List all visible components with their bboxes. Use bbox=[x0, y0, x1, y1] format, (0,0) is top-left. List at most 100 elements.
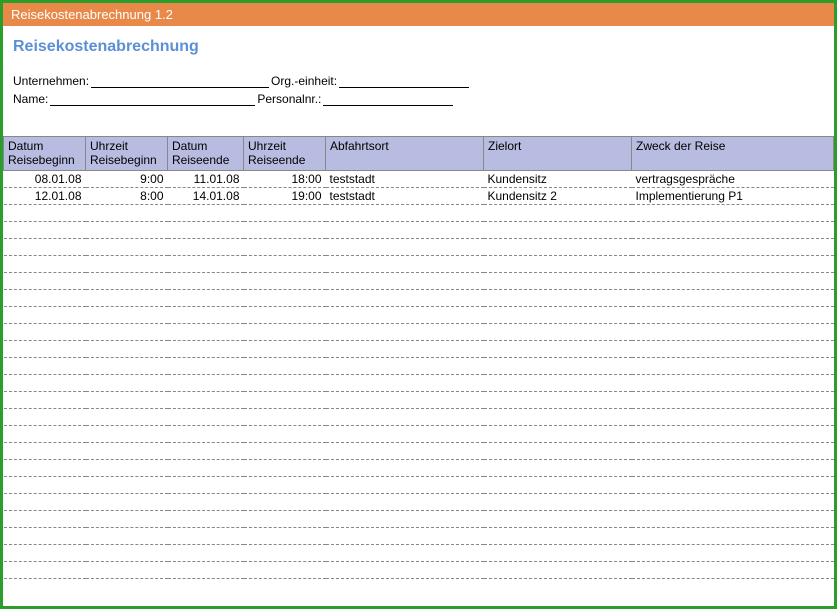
cell-departure[interactable]: teststadt bbox=[326, 170, 484, 187]
cell-departure[interactable]: teststadt bbox=[326, 187, 484, 204]
cell-empty[interactable] bbox=[632, 255, 834, 272]
cell-empty[interactable] bbox=[86, 340, 168, 357]
table-row-empty[interactable] bbox=[4, 391, 834, 408]
cell-empty[interactable] bbox=[244, 408, 326, 425]
cell-empty[interactable] bbox=[484, 459, 632, 476]
table-row-empty[interactable] bbox=[4, 476, 834, 493]
cell-empty[interactable] bbox=[4, 272, 86, 289]
cell-empty[interactable] bbox=[326, 544, 484, 561]
cell-empty[interactable] bbox=[168, 510, 244, 527]
cell-empty[interactable] bbox=[168, 204, 244, 221]
cell-empty[interactable] bbox=[86, 374, 168, 391]
cell-empty[interactable] bbox=[632, 442, 834, 459]
cell-empty[interactable] bbox=[4, 391, 86, 408]
cell-empty[interactable] bbox=[168, 306, 244, 323]
cell-empty[interactable] bbox=[326, 527, 484, 544]
cell-empty[interactable] bbox=[86, 289, 168, 306]
cell-empty[interactable] bbox=[244, 306, 326, 323]
cell-empty[interactable] bbox=[484, 408, 632, 425]
cell-empty[interactable] bbox=[244, 289, 326, 306]
cell-empty[interactable] bbox=[4, 340, 86, 357]
cell-empty[interactable] bbox=[632, 374, 834, 391]
cell-empty[interactable] bbox=[632, 544, 834, 561]
table-row-empty[interactable] bbox=[4, 255, 834, 272]
cell-empty[interactable] bbox=[632, 306, 834, 323]
cell-empty[interactable] bbox=[86, 459, 168, 476]
cell-empty[interactable] bbox=[326, 510, 484, 527]
cell-time_start[interactable]: 9:00 bbox=[86, 170, 168, 187]
cell-empty[interactable] bbox=[326, 442, 484, 459]
cell-date_start[interactable]: 12.01.08 bbox=[4, 187, 86, 204]
cell-empty[interactable] bbox=[484, 357, 632, 374]
cell-empty[interactable] bbox=[326, 238, 484, 255]
table-row-empty[interactable] bbox=[4, 527, 834, 544]
table-row-empty[interactable] bbox=[4, 408, 834, 425]
cell-empty[interactable] bbox=[86, 493, 168, 510]
table-row-empty[interactable] bbox=[4, 442, 834, 459]
cell-empty[interactable] bbox=[168, 238, 244, 255]
table-row-empty[interactable] bbox=[4, 357, 834, 374]
cell-empty[interactable] bbox=[86, 510, 168, 527]
cell-empty[interactable] bbox=[484, 527, 632, 544]
cell-empty[interactable] bbox=[4, 289, 86, 306]
cell-empty[interactable] bbox=[4, 204, 86, 221]
table-row-empty[interactable] bbox=[4, 289, 834, 306]
cell-empty[interactable] bbox=[326, 340, 484, 357]
cell-empty[interactable] bbox=[632, 323, 834, 340]
personnel-field[interactable] bbox=[323, 92, 453, 106]
cell-empty[interactable] bbox=[632, 340, 834, 357]
cell-empty[interactable] bbox=[484, 374, 632, 391]
cell-empty[interactable] bbox=[632, 357, 834, 374]
cell-empty[interactable] bbox=[4, 527, 86, 544]
cell-empty[interactable] bbox=[326, 204, 484, 221]
cell-empty[interactable] bbox=[4, 442, 86, 459]
cell-empty[interactable] bbox=[86, 272, 168, 289]
cell-empty[interactable] bbox=[326, 255, 484, 272]
table-row-empty[interactable] bbox=[4, 221, 834, 238]
cell-empty[interactable] bbox=[86, 255, 168, 272]
cell-empty[interactable] bbox=[168, 459, 244, 476]
cell-time_end[interactable]: 18:00 bbox=[244, 170, 326, 187]
cell-empty[interactable] bbox=[168, 323, 244, 340]
cell-empty[interactable] bbox=[632, 289, 834, 306]
cell-empty[interactable] bbox=[484, 493, 632, 510]
cell-purpose[interactable]: Implementierung P1 bbox=[632, 187, 834, 204]
cell-empty[interactable] bbox=[484, 272, 632, 289]
table-row-empty[interactable] bbox=[4, 374, 834, 391]
cell-empty[interactable] bbox=[326, 408, 484, 425]
table-row-empty[interactable] bbox=[4, 238, 834, 255]
cell-empty[interactable] bbox=[326, 221, 484, 238]
cell-empty[interactable] bbox=[484, 425, 632, 442]
cell-empty[interactable] bbox=[168, 408, 244, 425]
cell-empty[interactable] bbox=[4, 476, 86, 493]
table-row-empty[interactable] bbox=[4, 510, 834, 527]
cell-empty[interactable] bbox=[168, 561, 244, 578]
cell-empty[interactable] bbox=[4, 510, 86, 527]
cell-empty[interactable] bbox=[632, 238, 834, 255]
cell-empty[interactable] bbox=[4, 374, 86, 391]
cell-empty[interactable] bbox=[632, 221, 834, 238]
cell-empty[interactable] bbox=[326, 561, 484, 578]
cell-empty[interactable] bbox=[244, 391, 326, 408]
cell-empty[interactable] bbox=[4, 255, 86, 272]
cell-empty[interactable] bbox=[168, 476, 244, 493]
cell-empty[interactable] bbox=[484, 255, 632, 272]
table-row-empty[interactable] bbox=[4, 493, 834, 510]
cell-empty[interactable] bbox=[4, 238, 86, 255]
cell-empty[interactable] bbox=[244, 459, 326, 476]
cell-date_end[interactable]: 11.01.08 bbox=[168, 170, 244, 187]
cell-empty[interactable] bbox=[4, 544, 86, 561]
cell-empty[interactable] bbox=[484, 544, 632, 561]
cell-empty[interactable] bbox=[632, 272, 834, 289]
cell-empty[interactable] bbox=[244, 340, 326, 357]
cell-empty[interactable] bbox=[484, 561, 632, 578]
cell-empty[interactable] bbox=[632, 493, 834, 510]
cell-time_end[interactable]: 19:00 bbox=[244, 187, 326, 204]
cell-empty[interactable] bbox=[168, 255, 244, 272]
cell-empty[interactable] bbox=[484, 306, 632, 323]
table-row-empty[interactable] bbox=[4, 544, 834, 561]
cell-empty[interactable] bbox=[244, 238, 326, 255]
cell-empty[interactable] bbox=[632, 204, 834, 221]
cell-empty[interactable] bbox=[632, 561, 834, 578]
cell-empty[interactable] bbox=[4, 221, 86, 238]
